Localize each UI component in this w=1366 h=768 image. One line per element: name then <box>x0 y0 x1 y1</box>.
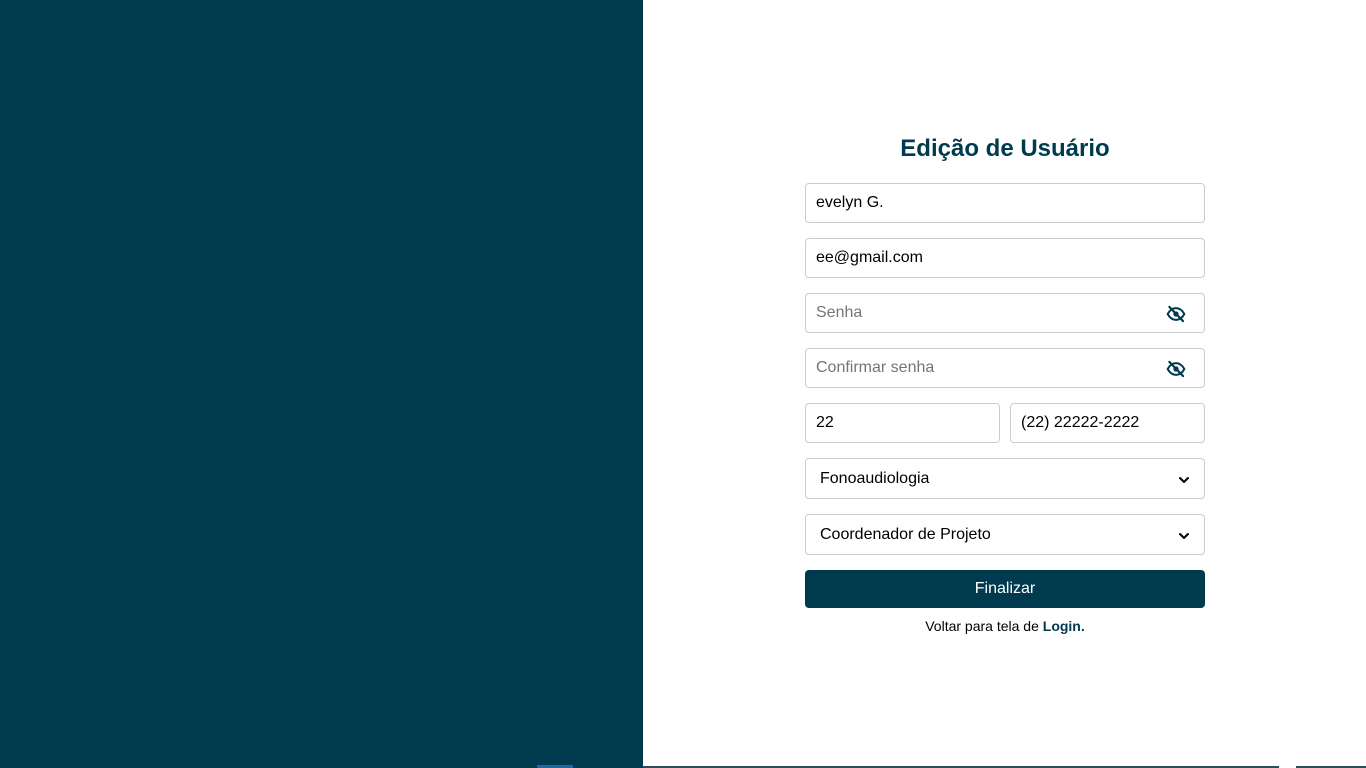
phone-input[interactable] <box>1011 404 1204 442</box>
password-input[interactable] <box>806 294 1204 332</box>
login-link[interactable]: Login. <box>1043 618 1085 634</box>
eye-slash-icon[interactable] <box>1166 359 1186 379</box>
confirm-password-input[interactable] <box>806 349 1204 387</box>
ddd-field[interactable] <box>805 403 1000 443</box>
password-field[interactable] <box>805 293 1205 333</box>
role-select[interactable]: Coordenador de Projeto <box>805 514 1205 555</box>
course-select[interactable]: Fonoaudiologia <box>805 458 1205 499</box>
ddd-input[interactable] <box>806 404 999 442</box>
name-field[interactable] <box>805 183 1205 223</box>
role-select-value: Coordenador de Projeto <box>820 525 991 543</box>
eye-slash-icon[interactable] <box>1166 304 1186 324</box>
email-field[interactable] <box>805 238 1205 278</box>
back-text: Voltar para tela de <box>925 618 1039 634</box>
course-select-value: Fonoaudiologia <box>820 469 930 487</box>
page-title: Edição de Usuário <box>900 135 1110 162</box>
chevron-down-icon <box>1178 529 1190 541</box>
name-input[interactable] <box>806 184 1204 222</box>
email-input[interactable] <box>806 239 1204 277</box>
finalize-button[interactable]: Finalizar <box>805 570 1205 608</box>
confirm-password-field[interactable] <box>805 348 1205 388</box>
chevron-down-icon <box>1178 473 1190 485</box>
left-brand-panel <box>0 0 643 768</box>
phone-field[interactable] <box>1010 403 1205 443</box>
back-to-login-text: Voltar para tela de Login. <box>805 617 1205 635</box>
